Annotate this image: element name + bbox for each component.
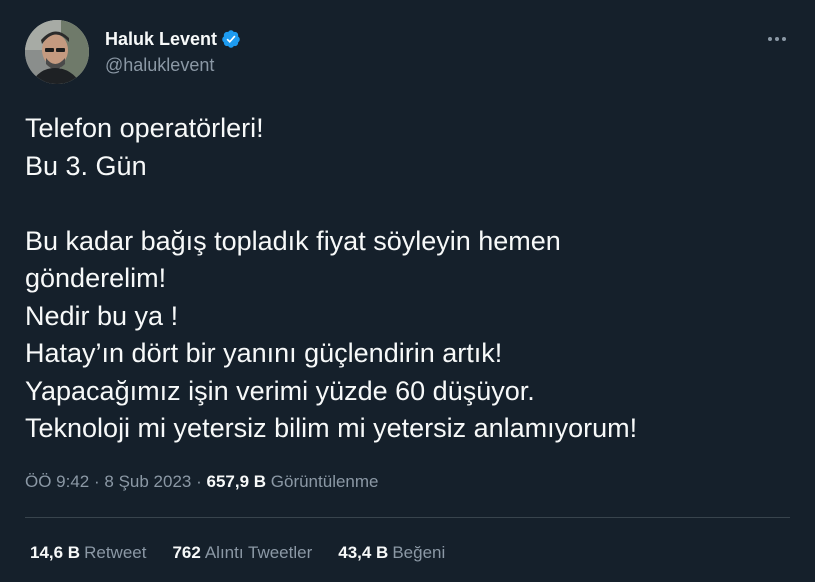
divider xyxy=(25,517,790,518)
tweet-text-line: Teknoloji mi yetersiz bilim mi yetersiz … xyxy=(25,413,638,443)
views-label: Görüntülenme xyxy=(270,472,379,491)
tweet-text: Telefon operatörleri! Bu 3. Gün Bu kadar… xyxy=(25,110,795,448)
retweets-count: 14,6 B xyxy=(30,543,81,562)
more-options-icon[interactable] xyxy=(762,28,792,50)
retweets-stat[interactable]: 14,6 B Retweet xyxy=(30,541,146,565)
author-handle[interactable]: @haluklevent xyxy=(105,54,214,76)
likes-label: Beğeni xyxy=(392,543,446,562)
avatar[interactable] xyxy=(25,20,89,84)
tweet-date[interactable]: 8 Şub 2023 xyxy=(104,472,191,491)
likes-count: 43,4 B xyxy=(338,543,389,562)
tweet-text-line xyxy=(25,185,795,223)
tweet-text-line: Telefon operatörleri! xyxy=(25,113,264,143)
author-name-row[interactable]: Haluk Levent xyxy=(105,28,241,50)
tweet-text-line: Nedir bu ya ! xyxy=(25,300,179,331)
quotes-stat[interactable]: 762 Alıntı Tweetler xyxy=(172,541,312,565)
retweets-label: Retweet xyxy=(84,543,147,562)
tweet-time[interactable]: ÖÖ 9:42 xyxy=(25,472,89,491)
meta-separator: · xyxy=(94,472,105,491)
meta-separator: · xyxy=(196,472,207,491)
views-count: 657,9 B xyxy=(206,472,267,491)
tweet-text-line: Bu kadar bağış topladık fiyat söyleyin h… xyxy=(25,225,561,256)
avatar-photo xyxy=(25,20,89,84)
tweet-meta: ÖÖ 9:42 · 8 Şub 2023 · 657,9 B Görüntüle… xyxy=(25,470,379,494)
tweet-card: Haluk Levent @haluklevent Telefon operat… xyxy=(0,0,815,582)
tweet-text-line: Bu 3. Gün xyxy=(25,150,147,181)
quotes-label: Alıntı Tweetler xyxy=(204,543,313,562)
engagement-stats: 14,6 B Retweet 762 Alıntı Tweetler 43,4 BB… xyxy=(30,541,471,565)
tweet-text-line: Yapacağımız işin verimi yüzde 60 düşüyor… xyxy=(25,375,535,406)
likes-stat[interactable]: 43,4 B Beğeni xyxy=(338,541,445,565)
tweet-text-line: Hatay’ın dört bir yanını güçlendirin art… xyxy=(25,338,503,368)
more-dot xyxy=(768,37,772,41)
verified-badge-icon xyxy=(221,29,241,49)
more-dot xyxy=(775,37,779,41)
quotes-count: 762 xyxy=(172,543,201,562)
tweet-text-line: gönderelim! xyxy=(25,263,167,293)
author-display-name[interactable]: Haluk Levent xyxy=(105,28,217,50)
more-dot xyxy=(782,37,786,41)
